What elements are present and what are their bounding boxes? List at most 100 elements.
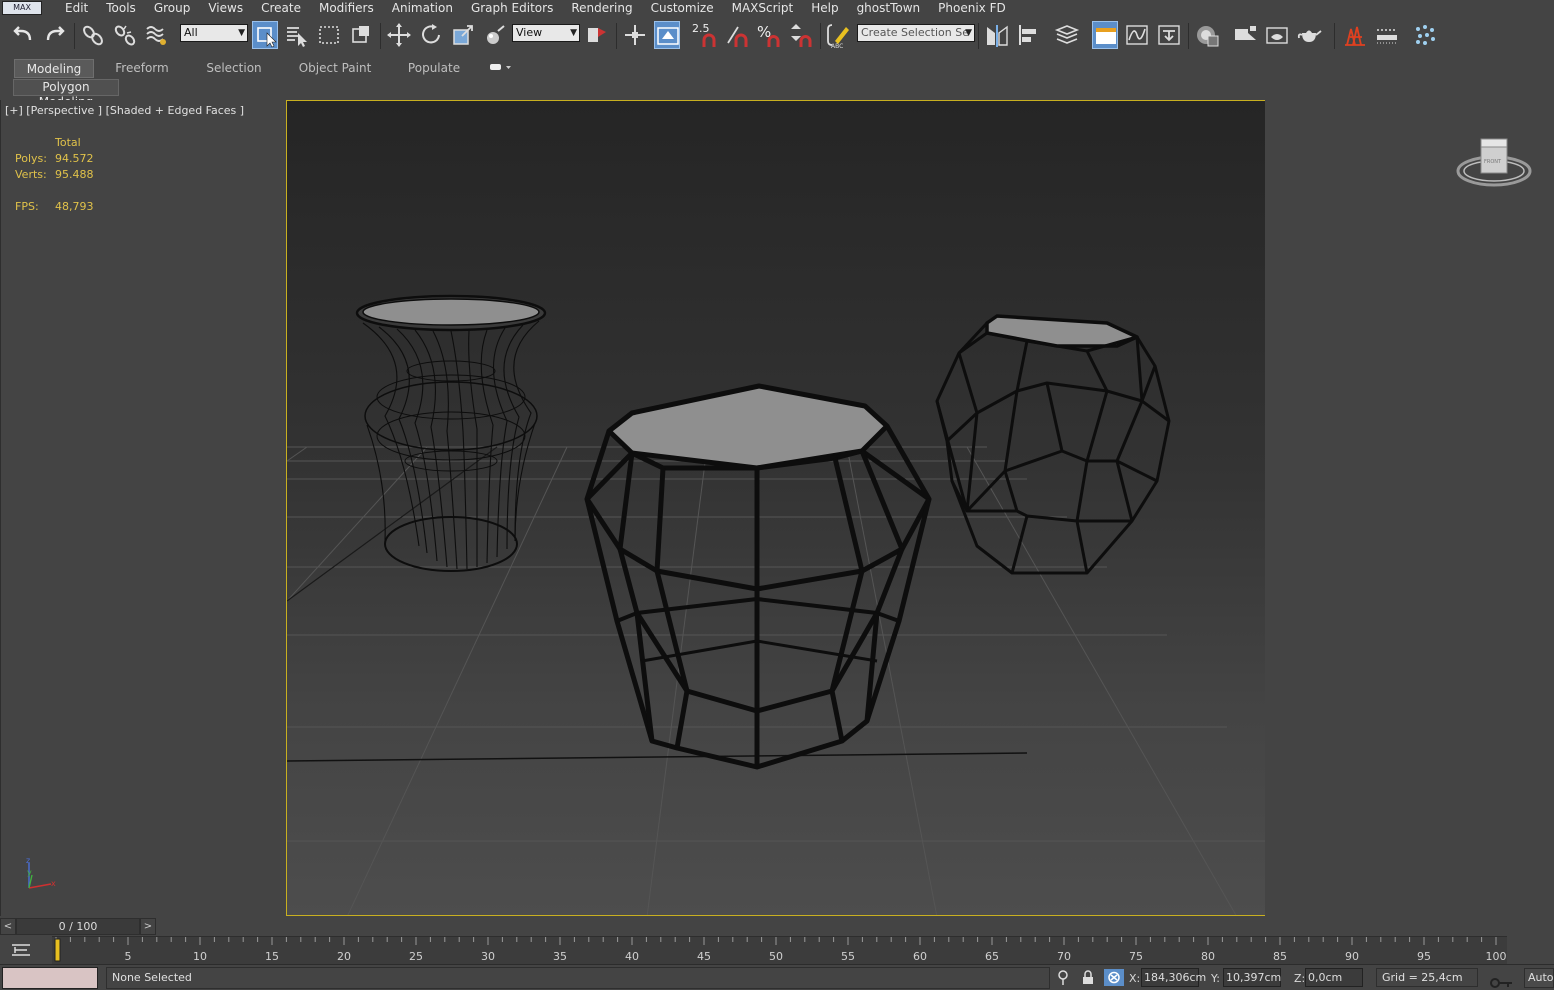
- unlink-icon[interactable]: [112, 21, 138, 49]
- viewport-left-region: z y x: [0, 100, 287, 916]
- timeline-tick-label: 50: [769, 950, 783, 963]
- mini-curve-editor-icon[interactable]: [10, 941, 32, 959]
- menu-tools[interactable]: Tools: [97, 0, 145, 16]
- menu-views[interactable]: Views: [199, 0, 252, 16]
- y-coordinate-field[interactable]: 10,397cm: [1223, 968, 1281, 987]
- absolute-mode-transform-icon[interactable]: [1104, 969, 1124, 986]
- align-icon[interactable]: [1016, 21, 1042, 49]
- edit-named-selection-icon[interactable]: ABC: [826, 21, 852, 49]
- angle-snap-magnet-icon[interactable]: [724, 21, 750, 49]
- time-next-button[interactable]: >: [140, 918, 156, 935]
- reference-coordinate-dropdown[interactable]: View ▼: [512, 24, 580, 42]
- menu-maxscript[interactable]: MAXScript: [723, 0, 803, 16]
- render-setup-icon[interactable]: [1232, 21, 1258, 49]
- rectangular-region-icon[interactable]: [316, 21, 342, 49]
- tab-populate[interactable]: Populate: [404, 59, 464, 78]
- menu-modifiers[interactable]: Modifiers: [310, 0, 383, 16]
- teapot-render-icon[interactable]: [1296, 21, 1322, 49]
- scale-icon[interactable]: [450, 21, 476, 49]
- timeline-tick-label: 85: [1273, 950, 1287, 963]
- material-editor-icon[interactable]: [1194, 21, 1220, 49]
- viewcube[interactable]: FRONT: [1455, 133, 1533, 195]
- menu-ghosttown[interactable]: ghostTown: [848, 0, 930, 16]
- viewcube-icon: FRONT: [1456, 138, 1532, 187]
- toolbar-separator: [978, 23, 979, 49]
- axis-z-label: z: [26, 856, 30, 865]
- selection-filter-dropdown[interactable]: All ▼: [180, 24, 248, 42]
- timeline-tick-label: 100: [1486, 950, 1507, 963]
- timeline-tick-label: 75: [1129, 950, 1143, 963]
- perspective-viewport[interactable]: [286, 100, 1266, 916]
- menu-group[interactable]: Group: [145, 0, 200, 16]
- menu-rendering[interactable]: Rendering: [562, 0, 641, 16]
- viewport-scene: [287, 294, 1265, 915]
- menu-edit[interactable]: Edit: [56, 0, 97, 16]
- timeline-tick-label: 90: [1345, 950, 1359, 963]
- maxscript-mini-listener[interactable]: [2, 967, 98, 989]
- named-selection-placeholder: Create Selection Se: [861, 26, 969, 39]
- toolbar-separator: [1188, 23, 1189, 49]
- polys-label: Polys:: [15, 152, 47, 165]
- set-key-icon[interactable]: [1488, 973, 1514, 989]
- select-by-name-icon[interactable]: [284, 21, 310, 49]
- timeline-tick-label: 40: [625, 950, 639, 963]
- curve-editor-icon[interactable]: [1124, 21, 1150, 49]
- time-prev-button[interactable]: <: [0, 918, 16, 935]
- move-icon[interactable]: [386, 21, 412, 49]
- spinner-snap-icon[interactable]: [788, 21, 814, 49]
- menu-help[interactable]: Help: [802, 0, 847, 16]
- rendered-frame-window-icon[interactable]: [1264, 21, 1290, 49]
- mirror-icon[interactable]: [984, 21, 1010, 49]
- lock-icon[interactable]: [1080, 969, 1096, 986]
- bind-space-warp-icon[interactable]: [144, 21, 170, 49]
- fps-value: 48,793: [55, 200, 94, 213]
- ribbon-options-dropdown[interactable]: [486, 59, 514, 78]
- schematic-view-icon[interactable]: [1156, 21, 1182, 49]
- timeline-tick-label: 60: [913, 950, 927, 963]
- menu-customize[interactable]: Customize: [642, 0, 723, 16]
- tab-freeform[interactable]: Freeform: [106, 59, 178, 78]
- named-selection-dropdown[interactable]: Create Selection Se ▼: [857, 24, 975, 42]
- pivot-icon[interactable]: [584, 21, 610, 49]
- toolbar-separator: [74, 23, 75, 49]
- rotate-icon[interactable]: [418, 21, 444, 49]
- tab-modeling[interactable]: Modeling: [14, 59, 94, 78]
- verts-label: Verts:: [15, 168, 47, 181]
- phoenix-fd-icon[interactable]: [1342, 21, 1368, 49]
- select-object-icon[interactable]: [252, 21, 278, 49]
- percent-snap-icon[interactable]: %: [756, 21, 782, 49]
- toolbar-separator: [616, 23, 617, 49]
- selection-filter-value: All: [184, 26, 198, 39]
- x-coordinate-field[interactable]: 184,306cm: [1141, 968, 1206, 987]
- particle-icon[interactable]: [1412, 21, 1438, 49]
- layer-explorer-icon[interactable]: [1054, 21, 1080, 49]
- ruler-icon[interactable]: [1374, 21, 1400, 49]
- menu-animation[interactable]: Animation: [383, 0, 462, 16]
- current-frame-marker[interactable]: [54, 938, 61, 962]
- status-bar: None Selected X: 184,306cm Y: 10,397cm Z…: [0, 964, 1554, 990]
- link-icon[interactable]: [80, 21, 106, 49]
- fps-label: FPS:: [15, 200, 39, 213]
- viewport-label[interactable]: [+] [Perspective ] [Shaded + Edged Faces…: [5, 104, 244, 117]
- tab-selection[interactable]: Selection: [198, 59, 270, 78]
- isolate-selection-icon[interactable]: [1055, 969, 1071, 986]
- app-logo[interactable]: MAX: [2, 1, 42, 15]
- time-slider[interactable]: 0 / 100: [16, 918, 140, 935]
- redo-icon[interactable]: [42, 21, 68, 49]
- place-icon[interactable]: [482, 21, 508, 49]
- z-coordinate-field[interactable]: 0,0cm: [1305, 968, 1363, 987]
- menu-phoenix-fd[interactable]: Phoenix FD: [929, 0, 1015, 16]
- angle-snap-icon[interactable]: 2.5: [692, 21, 718, 49]
- window-crossing-icon[interactable]: [348, 21, 374, 49]
- menu-graph-editors[interactable]: Graph Editors: [462, 0, 562, 16]
- svg-text:ABC: ABC: [831, 43, 843, 49]
- undo-icon[interactable]: [10, 21, 36, 49]
- snaps-toggle-icon[interactable]: [654, 21, 680, 49]
- toggle-ribbon-icon[interactable]: [1092, 21, 1118, 49]
- keyboard-shortcut-icon[interactable]: [622, 21, 648, 49]
- timeline-track[interactable]: 5 10 15 20 25 30 35 40 45 50 55 60 65 70 75 80 85 90 95 100: [52, 936, 1507, 964]
- tab-object-paint[interactable]: Object Paint: [296, 59, 374, 78]
- polygon-modeling-panel[interactable]: Polygon Modeling: [13, 79, 119, 109]
- menu-create[interactable]: Create: [252, 0, 310, 16]
- auto-key-button[interactable]: Auto: [1524, 968, 1554, 988]
